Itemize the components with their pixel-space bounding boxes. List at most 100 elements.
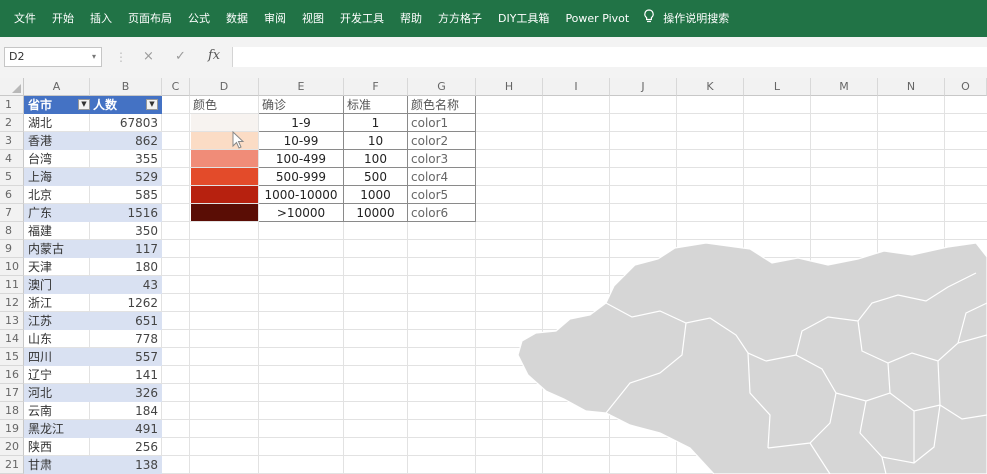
province-cell[interactable]: 黑龙江 [24,420,90,438]
count-cell[interactable]: 141 [90,366,162,384]
row-header[interactable]: 13 [0,312,24,330]
confirmed-range-cell[interactable]: 100-499 [259,150,344,168]
tab-fangfang-gezi[interactable]: 方方格子 [430,0,490,37]
province-cell[interactable]: 甘肃 [24,456,90,474]
confirmed-range-cell[interactable]: 500-999 [259,168,344,186]
count-cell[interactable]: 256 [90,438,162,456]
province-cell[interactable]: 辽宁 [24,366,90,384]
row-header[interactable]: 8 [0,222,24,240]
standard-cell[interactable]: 10 [344,132,408,150]
count-cell[interactable]: 862 [90,132,162,150]
province-cell[interactable]: 台湾 [24,150,90,168]
confirmed-range-cell[interactable]: 1000-10000 [259,186,344,204]
province-cell[interactable]: 内蒙古 [24,240,90,258]
count-cell[interactable]: 326 [90,384,162,402]
tell-me-search[interactable]: 操作说明搜索 [655,0,737,37]
tab-data[interactable]: 数据 [218,0,256,37]
province-cell[interactable]: 天津 [24,258,90,276]
insert-function-icon[interactable]: fx [208,48,220,63]
province-cell[interactable]: 广东 [24,204,90,222]
legend-header-standard[interactable]: 标准 [344,96,408,114]
column-header-n[interactable]: N [878,78,945,96]
chevron-down-icon[interactable]: ▾ [92,52,96,61]
province-cell[interactable]: 香港 [24,132,90,150]
drag-handle-icon[interactable]: ⋮ [115,50,127,64]
row-header[interactable]: 15 [0,348,24,366]
legend-header-color[interactable]: 颜色 [190,96,259,114]
color-swatch[interactable] [191,204,258,221]
row-header[interactable]: 9 [0,240,24,258]
row-header[interactable]: 17 [0,384,24,402]
select-all-button[interactable] [0,78,24,96]
row-header[interactable]: 3 [0,132,24,150]
color-swatch[interactable] [191,132,258,149]
province-cell[interactable]: 陕西 [24,438,90,456]
color-name-cell[interactable]: color4 [408,168,476,186]
count-cell[interactable]: 355 [90,150,162,168]
count-cell[interactable]: 184 [90,402,162,420]
color-name-cell[interactable]: color6 [408,204,476,222]
standard-cell[interactable]: 100 [344,150,408,168]
count-cell[interactable]: 651 [90,312,162,330]
color-name-cell[interactable]: color3 [408,150,476,168]
standard-cell[interactable]: 10000 [344,204,408,222]
column-header-h[interactable]: H [476,78,543,96]
standard-cell[interactable]: 1000 [344,186,408,204]
tab-formulas[interactable]: 公式 [180,0,218,37]
column-header-c[interactable]: C [162,78,190,96]
row-header[interactable]: 6 [0,186,24,204]
tab-diy-toolbox[interactable]: DIY工具箱 [490,0,557,37]
count-cell[interactable]: 585 [90,186,162,204]
color-swatch[interactable] [191,114,258,131]
count-cell[interactable]: 138 [90,456,162,474]
color-swatch[interactable] [191,186,258,203]
province-cell[interactable]: 湖北 [24,114,90,132]
count-cell[interactable]: 117 [90,240,162,258]
row-header[interactable]: 5 [0,168,24,186]
row-header[interactable]: 7 [0,204,24,222]
tab-page-layout[interactable]: 页面布局 [120,0,180,37]
column-header-f[interactable]: F [344,78,408,96]
column-header-g[interactable]: G [408,78,476,96]
province-cell[interactable]: 云南 [24,402,90,420]
row-header[interactable]: 19 [0,420,24,438]
filter-dropdown-icon[interactable]: ▼ [146,99,158,110]
standard-cell[interactable]: 1 [344,114,408,132]
confirmed-range-cell[interactable]: 10-99 [259,132,344,150]
row-header[interactable]: 14 [0,330,24,348]
color-name-cell[interactable]: color2 [408,132,476,150]
column-header-b[interactable]: B [90,78,162,96]
count-cell[interactable]: 180 [90,258,162,276]
column-header-d[interactable]: D [190,78,259,96]
column-header-m[interactable]: M [811,78,878,96]
worksheet-grid[interactable]: A B C D E F G H I J K L M N O 1 2 3 4 5 … [0,78,987,474]
tab-developer[interactable]: 开发工具 [332,0,392,37]
color-swatch[interactable] [191,150,258,167]
row-header[interactable]: 2 [0,114,24,132]
province-cell[interactable]: 浙江 [24,294,90,312]
column-header-l[interactable]: L [744,78,811,96]
province-cell[interactable]: 福建 [24,222,90,240]
tab-power-pivot[interactable]: Power Pivot [557,0,637,37]
count-cell[interactable]: 529 [90,168,162,186]
count-cell[interactable]: 43 [90,276,162,294]
filter-dropdown-icon[interactable]: ▼ [78,99,90,110]
row-header[interactable]: 12 [0,294,24,312]
column-header-j[interactable]: J [610,78,677,96]
province-cell[interactable]: 上海 [24,168,90,186]
cancel-icon[interactable]: × [143,49,154,64]
count-cell[interactable]: 557 [90,348,162,366]
province-cell[interactable]: 北京 [24,186,90,204]
color-name-cell[interactable]: color1 [408,114,476,132]
province-cell[interactable]: 四川 [24,348,90,366]
column-header-a[interactable]: A [24,78,90,96]
row-header[interactable]: 20 [0,438,24,456]
column-header-o[interactable]: O [945,78,987,96]
count-cell[interactable]: 67803 [90,114,162,132]
row-header[interactable]: 16 [0,366,24,384]
tab-review[interactable]: 审阅 [256,0,294,37]
count-cell[interactable]: 1516 [90,204,162,222]
row-header[interactable]: 10 [0,258,24,276]
count-cell[interactable]: 778 [90,330,162,348]
legend-header-color-name[interactable]: 颜色名称 [408,96,476,114]
